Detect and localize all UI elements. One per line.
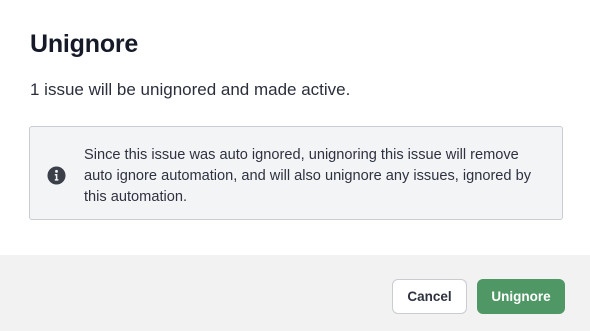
unignore-dialog: Unignore 1 issue will be unignored and m… [0,0,590,331]
dialog-description: 1 issue will be unignored and made activ… [30,80,351,99]
info-notice: Since this issue was auto ignored, unign… [29,126,563,220]
info-icon [47,166,66,185]
cancel-button[interactable]: Cancel [392,279,467,314]
notice-text: Since this issue was auto ignored, unign… [84,147,532,205]
unignore-button[interactable]: Unignore [477,279,565,314]
dialog-footer: Cancel Unignore [0,255,590,331]
dialog-title: Unignore [30,30,139,58]
dialog-body: Unignore 1 issue will be unignored and m… [0,0,590,255]
